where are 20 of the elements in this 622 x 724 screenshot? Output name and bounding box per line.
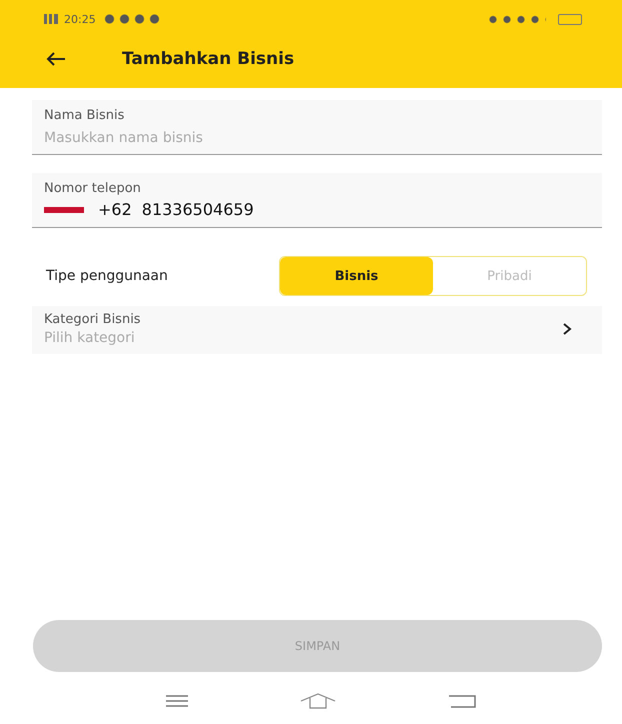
field-background: Nama Bisnis Masukkan nama bisnis (32, 100, 602, 155)
field-label: Nomor telepon (44, 181, 142, 196)
signal-icon (44, 14, 58, 24)
battery-icon (558, 14, 582, 24)
field-background: Nomor telepon +62 81336504659 (32, 173, 602, 228)
country-code: +62 (98, 200, 132, 219)
chevron-icon (562, 323, 572, 335)
back-nav-icon[interactable] (448, 694, 476, 708)
menu-icon[interactable] (166, 695, 188, 707)
status-time: 20:25 (64, 12, 96, 26)
category-placeholder: Pilih kategori (44, 330, 136, 346)
flag-icon (44, 206, 84, 212)
home-icon[interactable] (300, 693, 336, 709)
field-label: Kategori Bisnis (44, 312, 142, 327)
usage-type-option[interactable]: Bisnis (280, 257, 433, 295)
usage-type-label: Tipe penggunaan (46, 268, 168, 284)
page-title: Tambahkan Bisnis (122, 49, 294, 69)
field-label: Nama Bisnis (44, 108, 126, 123)
category-selector[interactable]: Kategori Bisnis Pilih kategori (32, 306, 602, 354)
notification-icons (102, 14, 160, 24)
